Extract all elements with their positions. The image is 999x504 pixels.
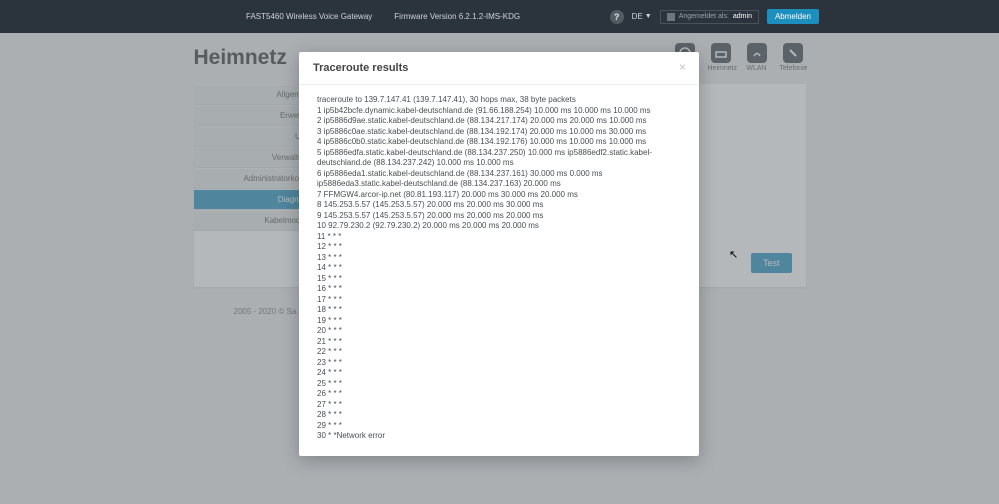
top-bar: FAST5460 Wireless Voice Gateway Firmware… <box>0 0 999 33</box>
traceroute-line: 23 * * * <box>317 358 681 369</box>
traceroute-modal: Traceroute results × traceroute to 139.7… <box>299 52 699 456</box>
help-icon[interactable]: ? <box>610 10 624 24</box>
traceroute-line: 24 * * * <box>317 368 681 379</box>
user-icon <box>667 13 675 21</box>
traceroute-line: 6 ip5886eda1.static.kabel-deutschland.de… <box>317 169 681 190</box>
traceroute-line: 20 * * * <box>317 326 681 337</box>
traceroute-line: 1 ip5b42bcfe.dynamic.kabel-deutschland.d… <box>317 106 681 117</box>
traceroute-line: 29 * * * <box>317 421 681 432</box>
traceroute-line: 12 * * * <box>317 242 681 253</box>
traceroute-line: 19 * * * <box>317 316 681 327</box>
traceroute-line: 18 * * * <box>317 305 681 316</box>
traceroute-line: 26 * * * <box>317 389 681 400</box>
login-label: Angemeldet als: <box>679 13 729 20</box>
device-name: FAST5460 Wireless Voice Gateway <box>246 12 372 21</box>
traceroute-line: 16 * * * <box>317 284 681 295</box>
login-user: admin <box>733 13 752 20</box>
close-icon[interactable]: × <box>676 61 689 74</box>
language-label: DE <box>632 12 643 21</box>
traceroute-line: 2 ip5886d9ae.static.kabel-deutschland.de… <box>317 116 681 127</box>
traceroute-output: traceroute to 139.7.147.41 (139.7.147.41… <box>299 85 699 456</box>
traceroute-line: 30 * *Network error <box>317 431 681 442</box>
traceroute-line: 4 ip5886c0b0.static.kabel-deutschland.de… <box>317 137 681 148</box>
traceroute-line: 14 * * * <box>317 263 681 274</box>
traceroute-line: 28 * * * <box>317 410 681 421</box>
traceroute-line: 13 * * * <box>317 253 681 264</box>
traceroute-line: 22 * * * <box>317 347 681 358</box>
traceroute-line: 11 * * * <box>317 232 681 243</box>
traceroute-line: 27 * * * <box>317 400 681 411</box>
traceroute-line: 15 * * * <box>317 274 681 285</box>
traceroute-line: 3 ip5886c0ae.static.kabel-deutschland.de… <box>317 127 681 138</box>
logout-button[interactable]: Abmelden <box>767 9 819 24</box>
chevron-down-icon: ▼ <box>645 13 652 20</box>
traceroute-line: traceroute to 139.7.147.41 (139.7.147.41… <box>317 95 681 106</box>
traceroute-line: 17 * * * <box>317 295 681 306</box>
traceroute-line: 9 145.253.5.57 (145.253.5.57) 20.000 ms … <box>317 211 681 222</box>
modal-title: Traceroute results <box>313 62 685 74</box>
traceroute-line: 8 145.253.5.57 (145.253.5.57) 20.000 ms … <box>317 200 681 211</box>
traceroute-line: 10 92.79.230.2 (92.79.230.2) 20.000 ms 2… <box>317 221 681 232</box>
traceroute-line: 21 * * * <box>317 337 681 348</box>
traceroute-line: 7 FFMGW4.arcor-ip.net (80.81.193.117) 20… <box>317 190 681 201</box>
login-status: Angemeldet als: admin <box>660 10 759 24</box>
traceroute-line: 5 ip5886edfa.static.kabel-deutschland.de… <box>317 148 681 169</box>
language-selector[interactable]: DE ▼ <box>632 12 652 21</box>
firmware-version: Firmware Version 6.2.1.2-IMS-KDG <box>394 12 520 21</box>
traceroute-line: 25 * * * <box>317 379 681 390</box>
